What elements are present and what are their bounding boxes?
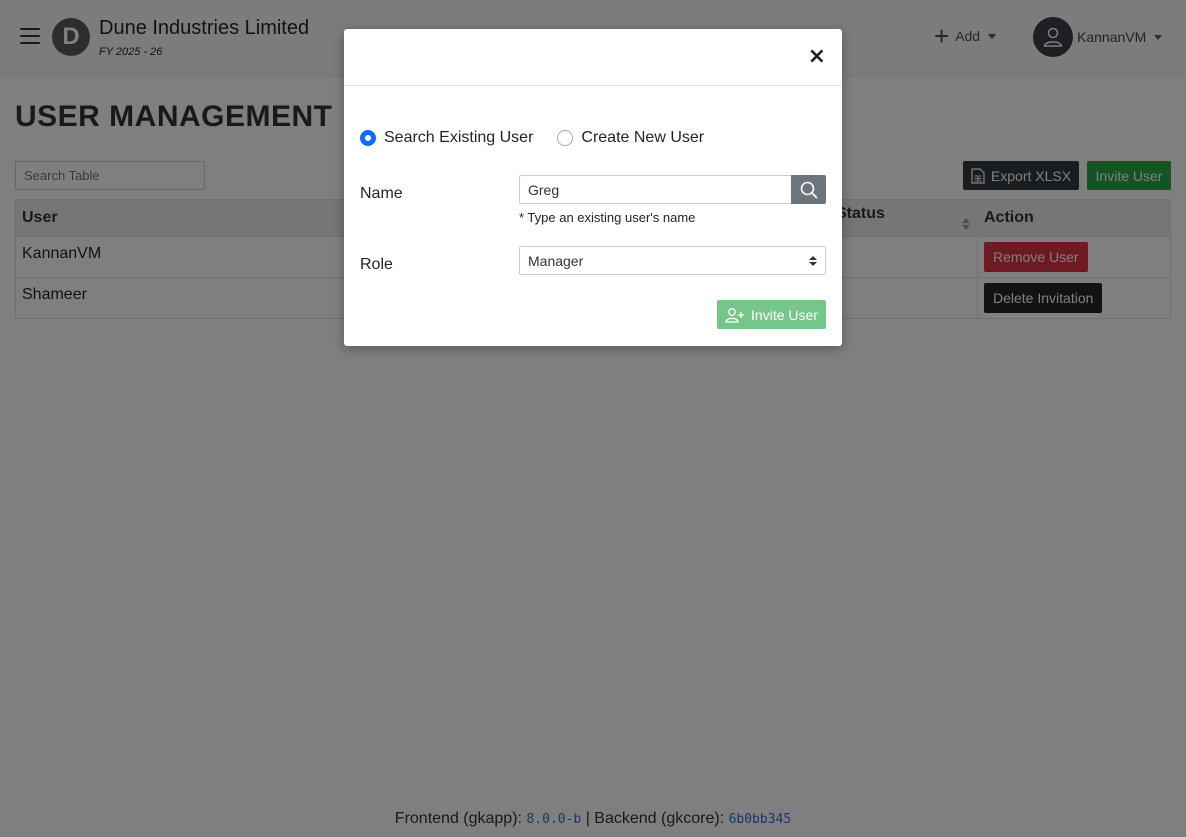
name-label: Name <box>360 185 403 202</box>
modal-invite-user-button[interactable]: Invite User <box>717 300 826 329</box>
role-label: Role <box>360 256 393 273</box>
radio-search-existing[interactable] <box>360 130 376 146</box>
radio-create-new-label[interactable]: Create New User <box>581 129 704 147</box>
radio-create-new[interactable] <box>557 130 574 146</box>
search-button[interactable] <box>791 175 826 204</box>
radio-search-existing-label[interactable]: Search Existing User <box>384 129 533 147</box>
invite-user-modal: × Search Existing User Create New User N… <box>344 29 842 346</box>
close-icon[interactable]: × <box>808 45 826 69</box>
name-input[interactable] <box>519 175 791 204</box>
name-help-text: * Type an existing user's name <box>519 210 696 225</box>
select-arrows-icon <box>809 255 817 266</box>
role-select-value: Manager <box>528 252 584 269</box>
modal-invite-user-label: Invite User <box>751 306 818 323</box>
role-select[interactable]: Manager <box>519 246 826 275</box>
user-mode-radio-group: Search Existing User Create New User <box>360 129 728 147</box>
search-icon <box>800 181 818 199</box>
modal-header: × <box>344 29 842 86</box>
person-plus-icon <box>725 307 745 323</box>
